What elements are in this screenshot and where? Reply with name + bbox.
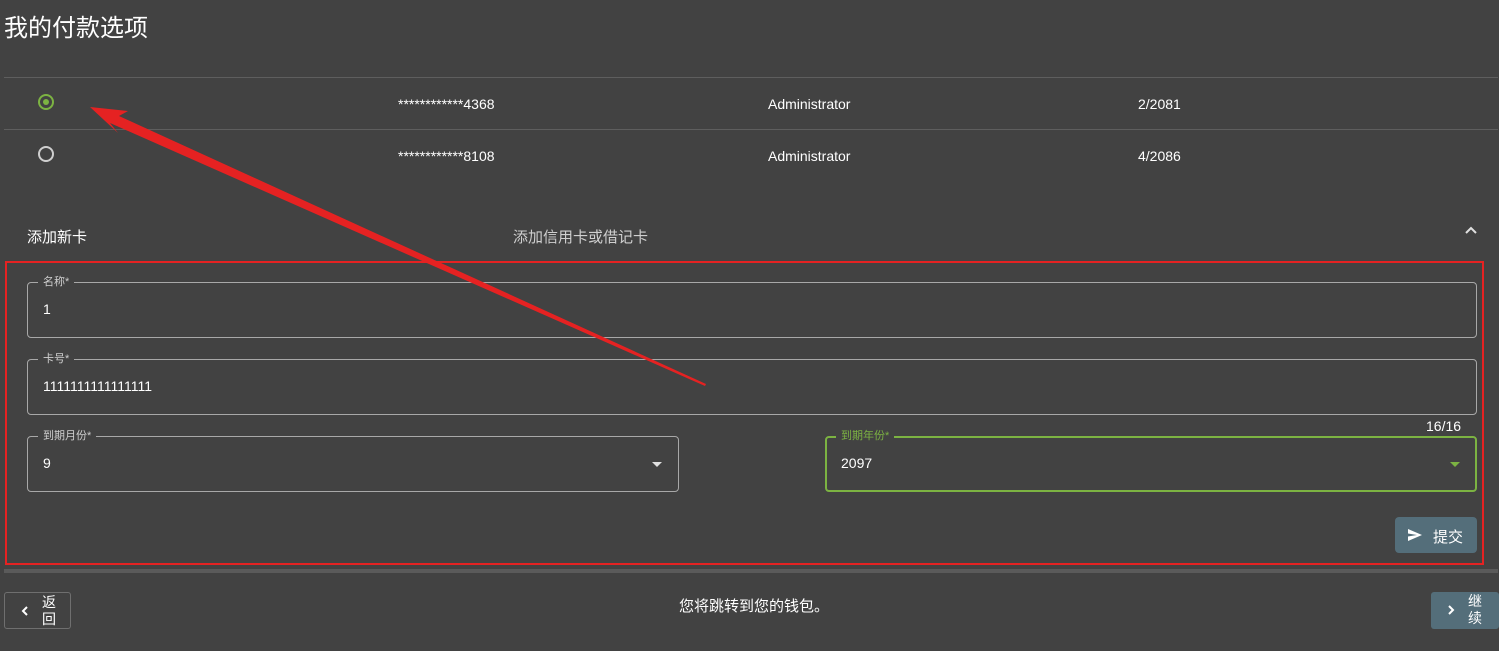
- card-expiry: 4/2086: [1138, 148, 1181, 164]
- expiry-month-label: 到期月份*: [38, 429, 97, 443]
- continue-button-label: 继续: [1468, 593, 1482, 626]
- chevron-up-icon[interactable]: [1463, 222, 1479, 238]
- card-number: ************8108: [398, 148, 495, 164]
- back-button-label: 返回: [42, 594, 56, 627]
- card-owner: Administrator: [768, 148, 851, 164]
- card-number-field-value: 1111111111111111: [43, 378, 152, 394]
- card-owner: Administrator: [768, 96, 851, 112]
- expiry-month-value: 9: [43, 455, 51, 471]
- submit-button[interactable]: 提交: [1395, 517, 1477, 553]
- expiry-year-label: 到期年份*: [836, 429, 895, 443]
- continue-button[interactable]: 继续: [1431, 592, 1499, 629]
- page-title: 我的付款选项: [4, 15, 148, 42]
- card-radio-selected[interactable]: [38, 94, 54, 110]
- card-number: ************4368: [398, 96, 495, 112]
- card-number-field[interactable]: 卡号* 1111111111111111: [27, 352, 1477, 415]
- back-button[interactable]: 返回: [4, 592, 71, 629]
- saved-card-row[interactable]: ************8108 Administrator 4/2086: [4, 129, 1498, 182]
- dropdown-caret-icon: [1450, 462, 1460, 467]
- saved-card-row[interactable]: ************4368 Administrator 2/2081: [4, 77, 1498, 130]
- name-field-value: 1: [43, 301, 51, 317]
- dropdown-caret-icon: [652, 462, 662, 467]
- card-number-counter: 16/16: [1426, 418, 1462, 434]
- submit-button-label: 提交: [1433, 529, 1464, 546]
- redirect-message: 您将跳转到您的钱包。: [679, 598, 830, 615]
- card-radio[interactable]: [38, 146, 54, 162]
- card-expiry: 2/2081: [1138, 96, 1181, 112]
- divider: [4, 569, 1498, 573]
- expiry-year-select[interactable]: 到期年份* 2097: [825, 429, 1477, 492]
- add-card-description: 添加信用卡或借记卡: [513, 229, 649, 246]
- card-number-field-label: 卡号*: [38, 352, 75, 366]
- add-card-title: 添加新卡: [27, 229, 88, 246]
- expiry-year-value: 2097: [841, 455, 873, 471]
- add-card-panel-header[interactable]: 添加新卡 添加信用卡或借记卡: [4, 214, 1498, 254]
- name-field[interactable]: 名称* 1: [27, 275, 1477, 338]
- send-icon: [1408, 529, 1422, 541]
- expiry-month-select[interactable]: 到期月份* 9: [27, 429, 679, 492]
- chevron-left-icon: [21, 606, 28, 616]
- name-field-label: 名称*: [38, 275, 75, 289]
- chevron-right-icon: [1448, 605, 1455, 615]
